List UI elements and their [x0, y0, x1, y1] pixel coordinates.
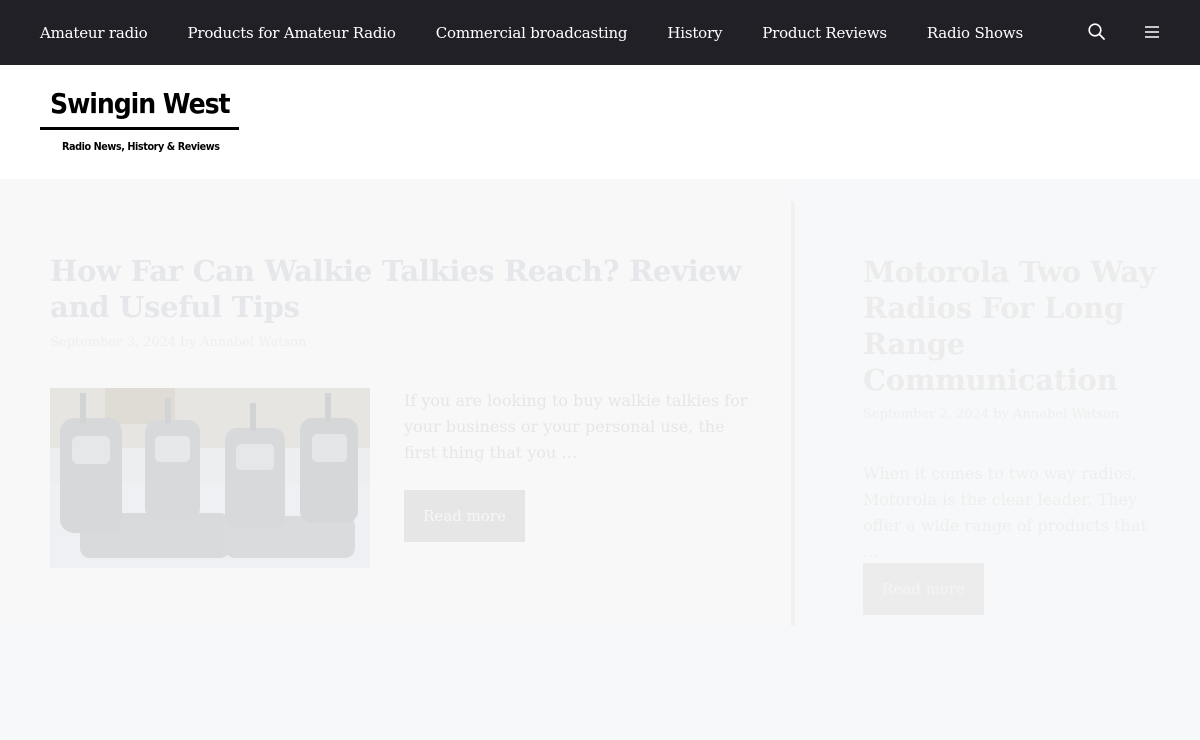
nav-menu: Amateur radio Products for Amateur Radio… [20, 0, 1043, 65]
logo-title: Swingin West [50, 87, 231, 120]
nav-item-products-amateur-radio[interactable]: Products for Amateur Radio [167, 24, 415, 42]
post-meta-walkie-talkies: September 3, 2024 by Annabel Watson [50, 335, 307, 350]
logo-subtitle: Radio News, History & Reviews [62, 140, 220, 153]
post-meta-motorola: September 2, 2024 by Annabel Watson [863, 407, 1120, 422]
post-list: How Far Can Walkie Talkies Reach? Review… [0, 179, 1200, 740]
post-excerpt-walkie-talkies: If you are looking to buy walkie talkies… [404, 391, 748, 462]
logo-underline [40, 127, 239, 130]
nav-item-history[interactable]: History [647, 24, 742, 42]
column-divider [791, 201, 795, 626]
nav-item-amateur-radio[interactable]: Amateur radio [20, 24, 167, 42]
nav-item-radio-shows[interactable]: Radio Shows [907, 24, 1043, 42]
nav-item-product-reviews[interactable]: Product Reviews [742, 24, 907, 42]
site-logo[interactable]: Swingin West Radio News, History & Revie… [40, 87, 245, 159]
site-header: Swingin West Radio News, History & Revie… [0, 65, 1200, 179]
post-excerpt-motorola: When it comes to two way radios, Motorol… [863, 464, 1147, 561]
search-icon[interactable] [1087, 22, 1107, 42]
top-navigation: Amateur radio Products for Amateur Radio… [0, 0, 1200, 65]
post-title-motorola[interactable]: Motorola Two Way Radios For Long Range C… [863, 254, 1173, 398]
read-more-button-walkie-talkies[interactable]: Read more [404, 490, 525, 542]
post-title-walkie-talkies[interactable]: How Far Can Walkie Talkies Reach? Review… [50, 253, 770, 325]
read-more-button-motorola[interactable]: Read more [863, 563, 984, 615]
menu-icon[interactable] [1142, 22, 1162, 42]
walkie-talkies-image[interactable] [50, 388, 370, 568]
nav-item-commercial-broadcasting[interactable]: Commercial broadcasting [416, 24, 648, 42]
